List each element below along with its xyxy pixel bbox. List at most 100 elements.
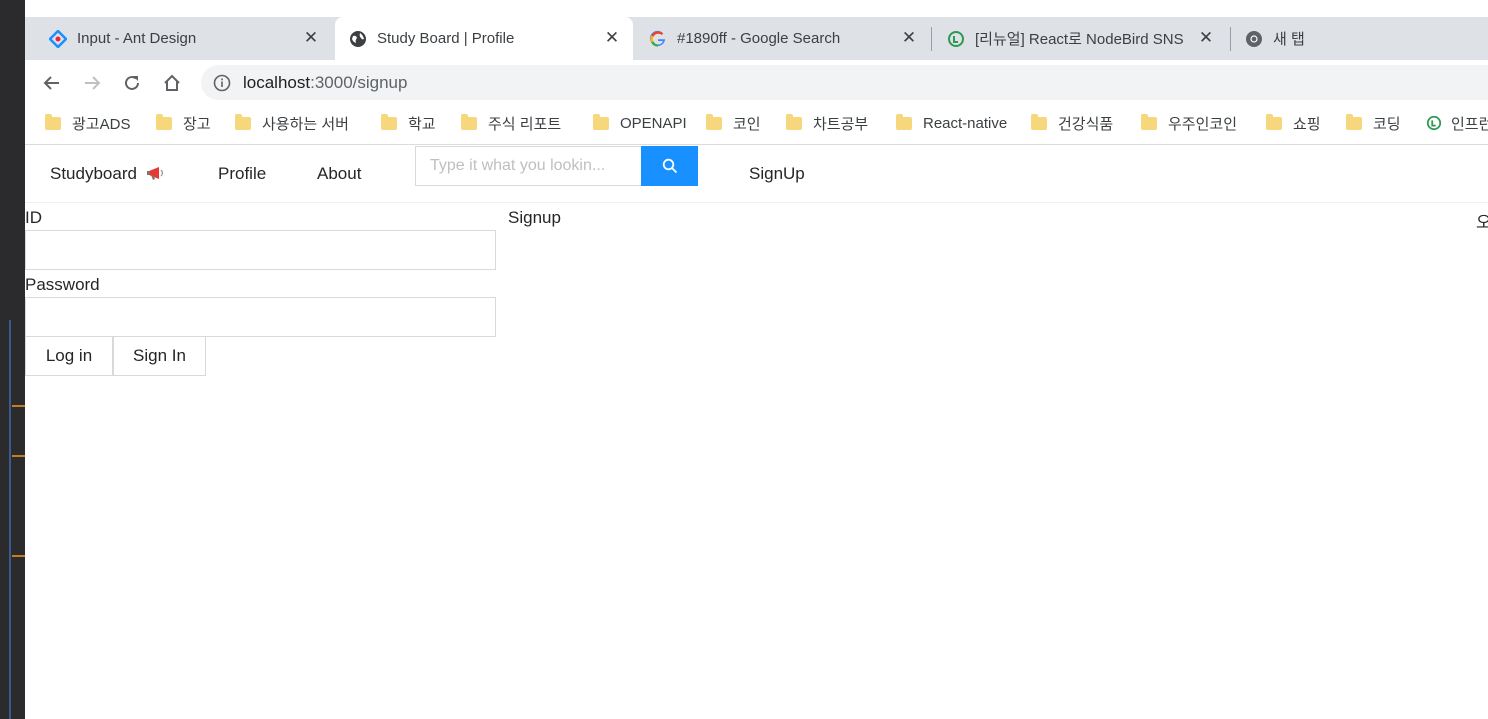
url-text[interactable]: localhost:3000/signup xyxy=(243,73,407,93)
home-icon[interactable] xyxy=(159,70,185,96)
bookmark-folder[interactable]: 주식 리포트 xyxy=(461,113,561,133)
side-strip-marker xyxy=(12,455,25,457)
bookmark-label: OPENAPI xyxy=(620,114,687,132)
menu-item-profile[interactable]: Profile xyxy=(218,164,266,184)
bookmark-folder[interactable]: 코인 xyxy=(706,113,761,133)
tab-separator xyxy=(1230,27,1231,51)
folder-icon xyxy=(1266,113,1282,130)
reload-icon[interactable] xyxy=(119,70,145,96)
browser-window: Input - Ant Design ✕ Study Board | Profi… xyxy=(25,0,1488,719)
address-bar[interactable]: localhost:3000/signup xyxy=(201,65,1488,100)
bookmark-folder[interactable]: 건강식품 xyxy=(1031,113,1113,133)
tab-title: [리뉴얼] React로 NodeBird SNS xyxy=(975,31,1184,48)
bookmark-label: 광고ADS xyxy=(72,115,131,133)
menu-item-studyboard[interactable]: Studyboard xyxy=(50,164,168,186)
bookmark-link[interactable]: 인프런 xyxy=(1426,113,1488,133)
tab-separator xyxy=(931,27,932,51)
bookmark-label: React-native xyxy=(923,114,1008,132)
forward-icon[interactable] xyxy=(79,70,105,96)
folder-icon xyxy=(1031,113,1047,130)
bookmark-folder[interactable]: 우주인코인 xyxy=(1141,113,1237,133)
search-button[interactable] xyxy=(641,146,698,186)
inflearn-icon xyxy=(947,30,965,48)
tab-google-search[interactable]: #1890ff - Google Search ✕ xyxy=(637,17,930,60)
bookmark-label: 우주인코인 xyxy=(1168,115,1238,133)
folder-icon xyxy=(235,113,251,130)
folder-icon xyxy=(593,113,609,130)
search-input[interactable] xyxy=(415,146,641,186)
brand-label: Studyboard xyxy=(50,164,137,183)
search-icon xyxy=(662,158,678,174)
bookmark-label: 차트공부 xyxy=(813,115,869,133)
signin-button[interactable]: Sign In xyxy=(113,336,206,376)
bookmark-label: 인프런 xyxy=(1451,115,1488,133)
menu-item-signup[interactable]: SignUp xyxy=(749,164,805,184)
password-label: Password xyxy=(25,275,100,294)
folder-icon xyxy=(1346,113,1362,130)
bookmark-folder[interactable]: 학교 xyxy=(381,113,436,133)
folder-icon xyxy=(706,113,722,130)
bookmark-label: 건강식품 xyxy=(1058,115,1114,133)
bookmark-label: 장고 xyxy=(183,115,211,133)
page-content: Studyboard Profile About SignUp xyxy=(25,146,1488,719)
bookmark-folder[interactable]: 차트공부 xyxy=(786,113,868,133)
back-icon[interactable] xyxy=(39,70,65,96)
tab-close-icon[interactable]: ✕ xyxy=(603,29,621,47)
globe-icon xyxy=(349,30,367,48)
folder-icon xyxy=(1141,113,1157,130)
menu-item-about[interactable]: About xyxy=(317,164,361,184)
side-strip-marker xyxy=(12,555,25,557)
bookmark-folder[interactable]: OPENAPI xyxy=(593,113,687,133)
tab-title: 새 탭 xyxy=(1273,31,1305,48)
id-label: ID xyxy=(25,208,42,227)
side-strip-marker xyxy=(12,405,25,407)
info-icon[interactable] xyxy=(213,74,231,92)
tab-title: Study Board | Profile xyxy=(377,30,515,47)
login-button[interactable]: Log in xyxy=(25,336,113,376)
folder-icon xyxy=(45,113,61,130)
google-icon xyxy=(649,30,667,48)
ant-design-icon xyxy=(49,29,67,48)
bookmark-folder[interactable]: 장고 xyxy=(156,113,211,133)
tab-strip: Input - Ant Design ✕ Study Board | Profi… xyxy=(25,0,1488,60)
top-menu: Studyboard Profile About SignUp xyxy=(25,146,1488,203)
folder-icon xyxy=(381,113,397,130)
bookmark-folder[interactable]: React-native xyxy=(896,113,1007,133)
tab-close-icon[interactable]: ✕ xyxy=(302,29,320,47)
browser-toolbar: localhost:3000/signup xyxy=(25,60,1488,105)
clipped-text: 오 xyxy=(1476,213,1488,232)
folder-icon xyxy=(896,113,912,130)
bookmark-label: 사용하는 서버 xyxy=(262,115,349,133)
bookmark-folder[interactable]: 쇼핑 xyxy=(1266,113,1321,133)
bookmarks-bar: 광고ADS 장고 사용하는 서버 학교 주식 리포트 OPENAPI 코인 차트… xyxy=(25,105,1488,145)
folder-icon xyxy=(156,113,172,130)
tab-ant-design[interactable]: Input - Ant Design ✕ xyxy=(37,17,332,60)
side-strip-line xyxy=(9,320,11,719)
password-input[interactable] xyxy=(25,297,496,337)
bookmark-label: 쇼핑 xyxy=(1293,115,1321,133)
tab-title: #1890ff - Google Search xyxy=(677,30,841,47)
tab-inflearn[interactable]: [리뉴얼] React로 NodeBird SNS ✕ xyxy=(933,17,1229,60)
bookmark-folder[interactable]: 코딩 xyxy=(1346,113,1401,133)
screen: Input - Ant Design ✕ Study Board | Profi… xyxy=(0,0,1488,719)
id-input[interactable] xyxy=(25,230,496,270)
tab-close-icon[interactable]: ✕ xyxy=(900,29,918,47)
bookmark-label: 코딩 xyxy=(1373,115,1401,133)
tab-study-board[interactable]: Study Board | Profile ✕ xyxy=(335,17,633,60)
search-group xyxy=(415,146,698,186)
bookmark-folder[interactable]: 사용하는 서버 xyxy=(235,113,349,133)
bookmark-label: 학교 xyxy=(408,115,436,133)
inflearn-icon xyxy=(1426,115,1442,131)
megaphone-icon xyxy=(146,165,168,186)
folder-icon xyxy=(786,113,802,130)
chrome-icon xyxy=(1245,30,1263,48)
url-path: :3000/signup xyxy=(310,72,408,92)
folder-icon xyxy=(461,113,477,130)
bookmark-label: 주식 리포트 xyxy=(488,115,562,133)
bookmark-folder[interactable]: 광고ADS xyxy=(45,113,130,133)
tab-title: Input - Ant Design xyxy=(77,30,197,47)
bookmark-label: 코인 xyxy=(733,115,761,133)
tab-new-tab[interactable]: 새 탭 xyxy=(1232,17,1488,60)
tab-close-icon[interactable]: ✕ xyxy=(1197,29,1215,47)
url-host: localhost xyxy=(243,72,311,92)
